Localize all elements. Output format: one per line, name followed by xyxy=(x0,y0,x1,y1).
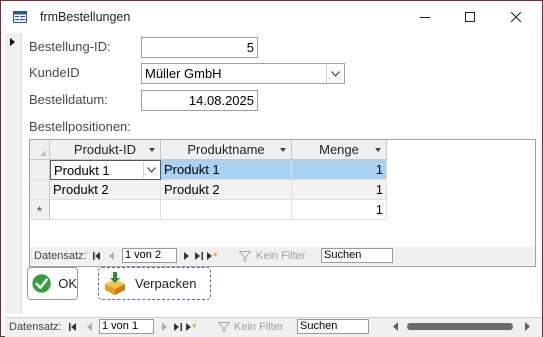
produktname-cell[interactable]: Produkt 1 xyxy=(161,160,292,180)
nav-label: Datensatz: xyxy=(9,321,62,333)
kunde-label: KundeID xyxy=(29,65,80,80)
bestellpositionen-subform: Produkt-ID Produktname Menge Produkt 1 P… xyxy=(29,139,536,267)
new-record-button[interactable]: * xyxy=(207,251,221,261)
new-record-marker[interactable]: * xyxy=(30,200,50,220)
last-record-button[interactable] xyxy=(173,322,183,332)
produkt-id-cell[interactable] xyxy=(50,200,161,220)
bestellung-id-field[interactable]: 5 xyxy=(141,37,258,58)
column-header-label: Produkt-ID xyxy=(73,142,137,157)
form-icon xyxy=(13,11,27,23)
subform-navigation-bar: Datensatz: 1 von 2 * Kein Filter Suchen xyxy=(30,247,535,265)
datasheet-header: Produkt-ID Produktname Menge xyxy=(30,140,535,160)
previous-record-button[interactable] xyxy=(85,322,95,332)
next-record-icon xyxy=(162,323,167,331)
filter-status[interactable]: Kein Filter xyxy=(256,250,306,262)
next-record-icon xyxy=(184,252,189,260)
title-bar: frmBestellungen xyxy=(1,1,542,33)
new-record-icon: * xyxy=(186,323,197,332)
new-record-row: * 1 xyxy=(30,200,535,220)
bestelldatum-field[interactable]: 14.08.2025 xyxy=(141,90,258,111)
next-record-button[interactable] xyxy=(160,322,170,332)
scroll-left-icon[interactable] xyxy=(393,322,399,331)
new-record-icon: * xyxy=(207,252,218,261)
table-row: Produkt 2 Produkt 2 1 xyxy=(30,180,535,200)
menge-cell[interactable]: 1 xyxy=(292,160,387,180)
first-record-button[interactable] xyxy=(92,251,102,261)
column-header-produktname[interactable]: Produktname xyxy=(161,140,292,160)
filter-icon xyxy=(238,250,252,261)
minimize-button[interactable] xyxy=(405,5,445,29)
column-header-produkt-id[interactable]: Produkt-ID xyxy=(50,140,161,160)
chevron-down-icon xyxy=(331,70,340,77)
table-row: Produkt 1 Produkt 1 1 xyxy=(30,160,535,180)
menge-cell[interactable]: 1 xyxy=(292,180,387,200)
window-title: frmBestellungen xyxy=(40,10,131,24)
sort-dropdown-icon[interactable] xyxy=(280,148,286,152)
record-selector[interactable] xyxy=(5,33,22,314)
sort-dropdown-icon[interactable] xyxy=(149,148,155,152)
scrollbar-thumb[interactable] xyxy=(407,323,513,330)
record-position-field[interactable]: 1 von 1 xyxy=(99,319,154,334)
last-record-button[interactable] xyxy=(194,251,204,261)
select-all-corner[interactable] xyxy=(30,140,50,160)
next-record-button[interactable] xyxy=(182,251,192,261)
produkt-id-cell[interactable]: Produkt 2 xyxy=(50,180,161,200)
column-header-menge[interactable]: Menge xyxy=(292,140,387,160)
bestellpositionen-label: Bestellpositionen: xyxy=(29,119,131,134)
menge-cell[interactable]: 1 xyxy=(292,200,387,220)
produkt-id-cell[interactable]: Produkt 1 xyxy=(50,160,161,180)
new-record-button[interactable]: * xyxy=(186,322,200,332)
maximize-button[interactable] xyxy=(450,5,490,29)
produktname-cell[interactable] xyxy=(161,200,292,220)
first-record-icon xyxy=(69,323,76,331)
first-record-icon xyxy=(93,252,100,260)
horizontal-scrollbar[interactable] xyxy=(387,322,539,331)
access-form-window: frmBestellungen Bestellung-ID: 5 KundeID… xyxy=(0,0,543,337)
current-record-arrow-icon xyxy=(10,38,15,46)
verpacken-label: Verpacken xyxy=(135,276,197,291)
maximize-icon xyxy=(465,12,475,22)
kunde-combobox[interactable]: Müller GmbH xyxy=(141,63,345,84)
search-input[interactable]: Suchen xyxy=(297,319,369,334)
kunde-dropdown-button[interactable] xyxy=(326,64,344,83)
sort-dropdown-icon[interactable] xyxy=(375,148,381,152)
first-record-button[interactable] xyxy=(68,322,78,332)
ok-button[interactable]: OK xyxy=(27,267,78,300)
filter-icon xyxy=(217,321,231,332)
chevron-down-icon xyxy=(147,167,156,173)
bestellung-id-label: Bestellung-ID: xyxy=(29,39,111,54)
verpacken-button[interactable]: Verpacken xyxy=(98,267,211,300)
previous-record-icon xyxy=(109,252,114,260)
row-selector[interactable] xyxy=(30,180,50,200)
record-position-field[interactable]: 1 von 2 xyxy=(122,248,177,263)
previous-record-button[interactable] xyxy=(107,251,117,261)
column-header-label: Menge xyxy=(319,142,359,157)
ok-label: OK xyxy=(58,276,77,291)
svg-text:*: * xyxy=(213,252,218,261)
last-record-icon xyxy=(195,252,203,260)
column-header-label: Produktname xyxy=(187,142,265,157)
produktname-cell[interactable]: Produkt 2 xyxy=(161,180,292,200)
kunde-value: Müller GmbH xyxy=(145,66,222,81)
search-input[interactable]: Suchen xyxy=(321,248,393,263)
row-selector[interactable] xyxy=(30,160,50,180)
nav-label: Datensatz: xyxy=(34,250,87,262)
package-icon xyxy=(105,271,125,295)
close-icon xyxy=(511,12,521,22)
filter-status[interactable]: Kein Filter xyxy=(234,321,284,333)
form-navigation-bar: Datensatz: 1 von 1 * Kein Filter Suchen xyxy=(5,317,542,337)
produkt-id-dropdown-button[interactable] xyxy=(143,162,159,178)
bestelldatum-label: Bestelldatum: xyxy=(29,92,108,107)
scroll-right-icon[interactable] xyxy=(525,322,531,331)
cell-value: Produkt 1 xyxy=(54,163,110,178)
close-button[interactable] xyxy=(496,5,536,29)
previous-record-icon xyxy=(87,323,92,331)
checkmark-icon xyxy=(32,274,51,293)
svg-text:*: * xyxy=(192,323,197,332)
minimize-icon xyxy=(420,17,430,18)
last-record-icon xyxy=(174,323,182,331)
